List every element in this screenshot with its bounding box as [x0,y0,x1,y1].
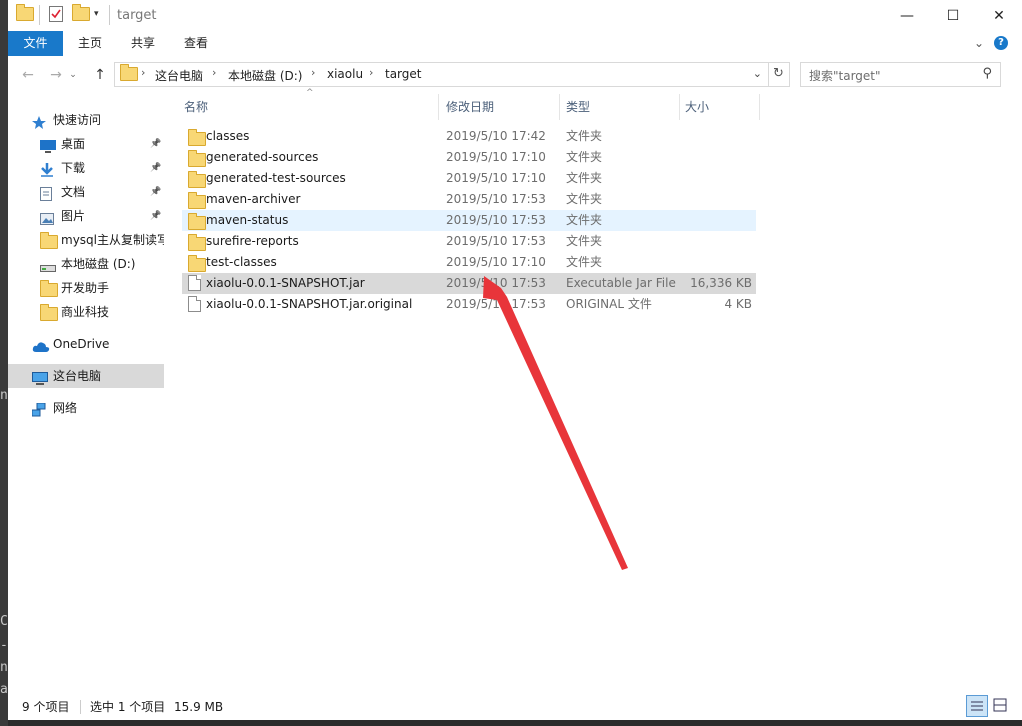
selected-size: 15.9 MB [174,700,224,714]
details-view-icon[interactable] [966,695,988,717]
annotation-arrow [483,276,628,570]
selected-count: 选中 1 个项目 [90,700,166,714]
background-text-4: a [0,682,8,697]
large-icons-view-icon[interactable] [990,695,1010,715]
item-count: 9 个项目 [22,700,70,714]
explorer-window: ▾ target — ☐ ✕ 文件 主页 共享 查看 ⌄ ? ← → ⌄ ↑ ›… [8,0,1022,720]
divider [80,700,81,714]
